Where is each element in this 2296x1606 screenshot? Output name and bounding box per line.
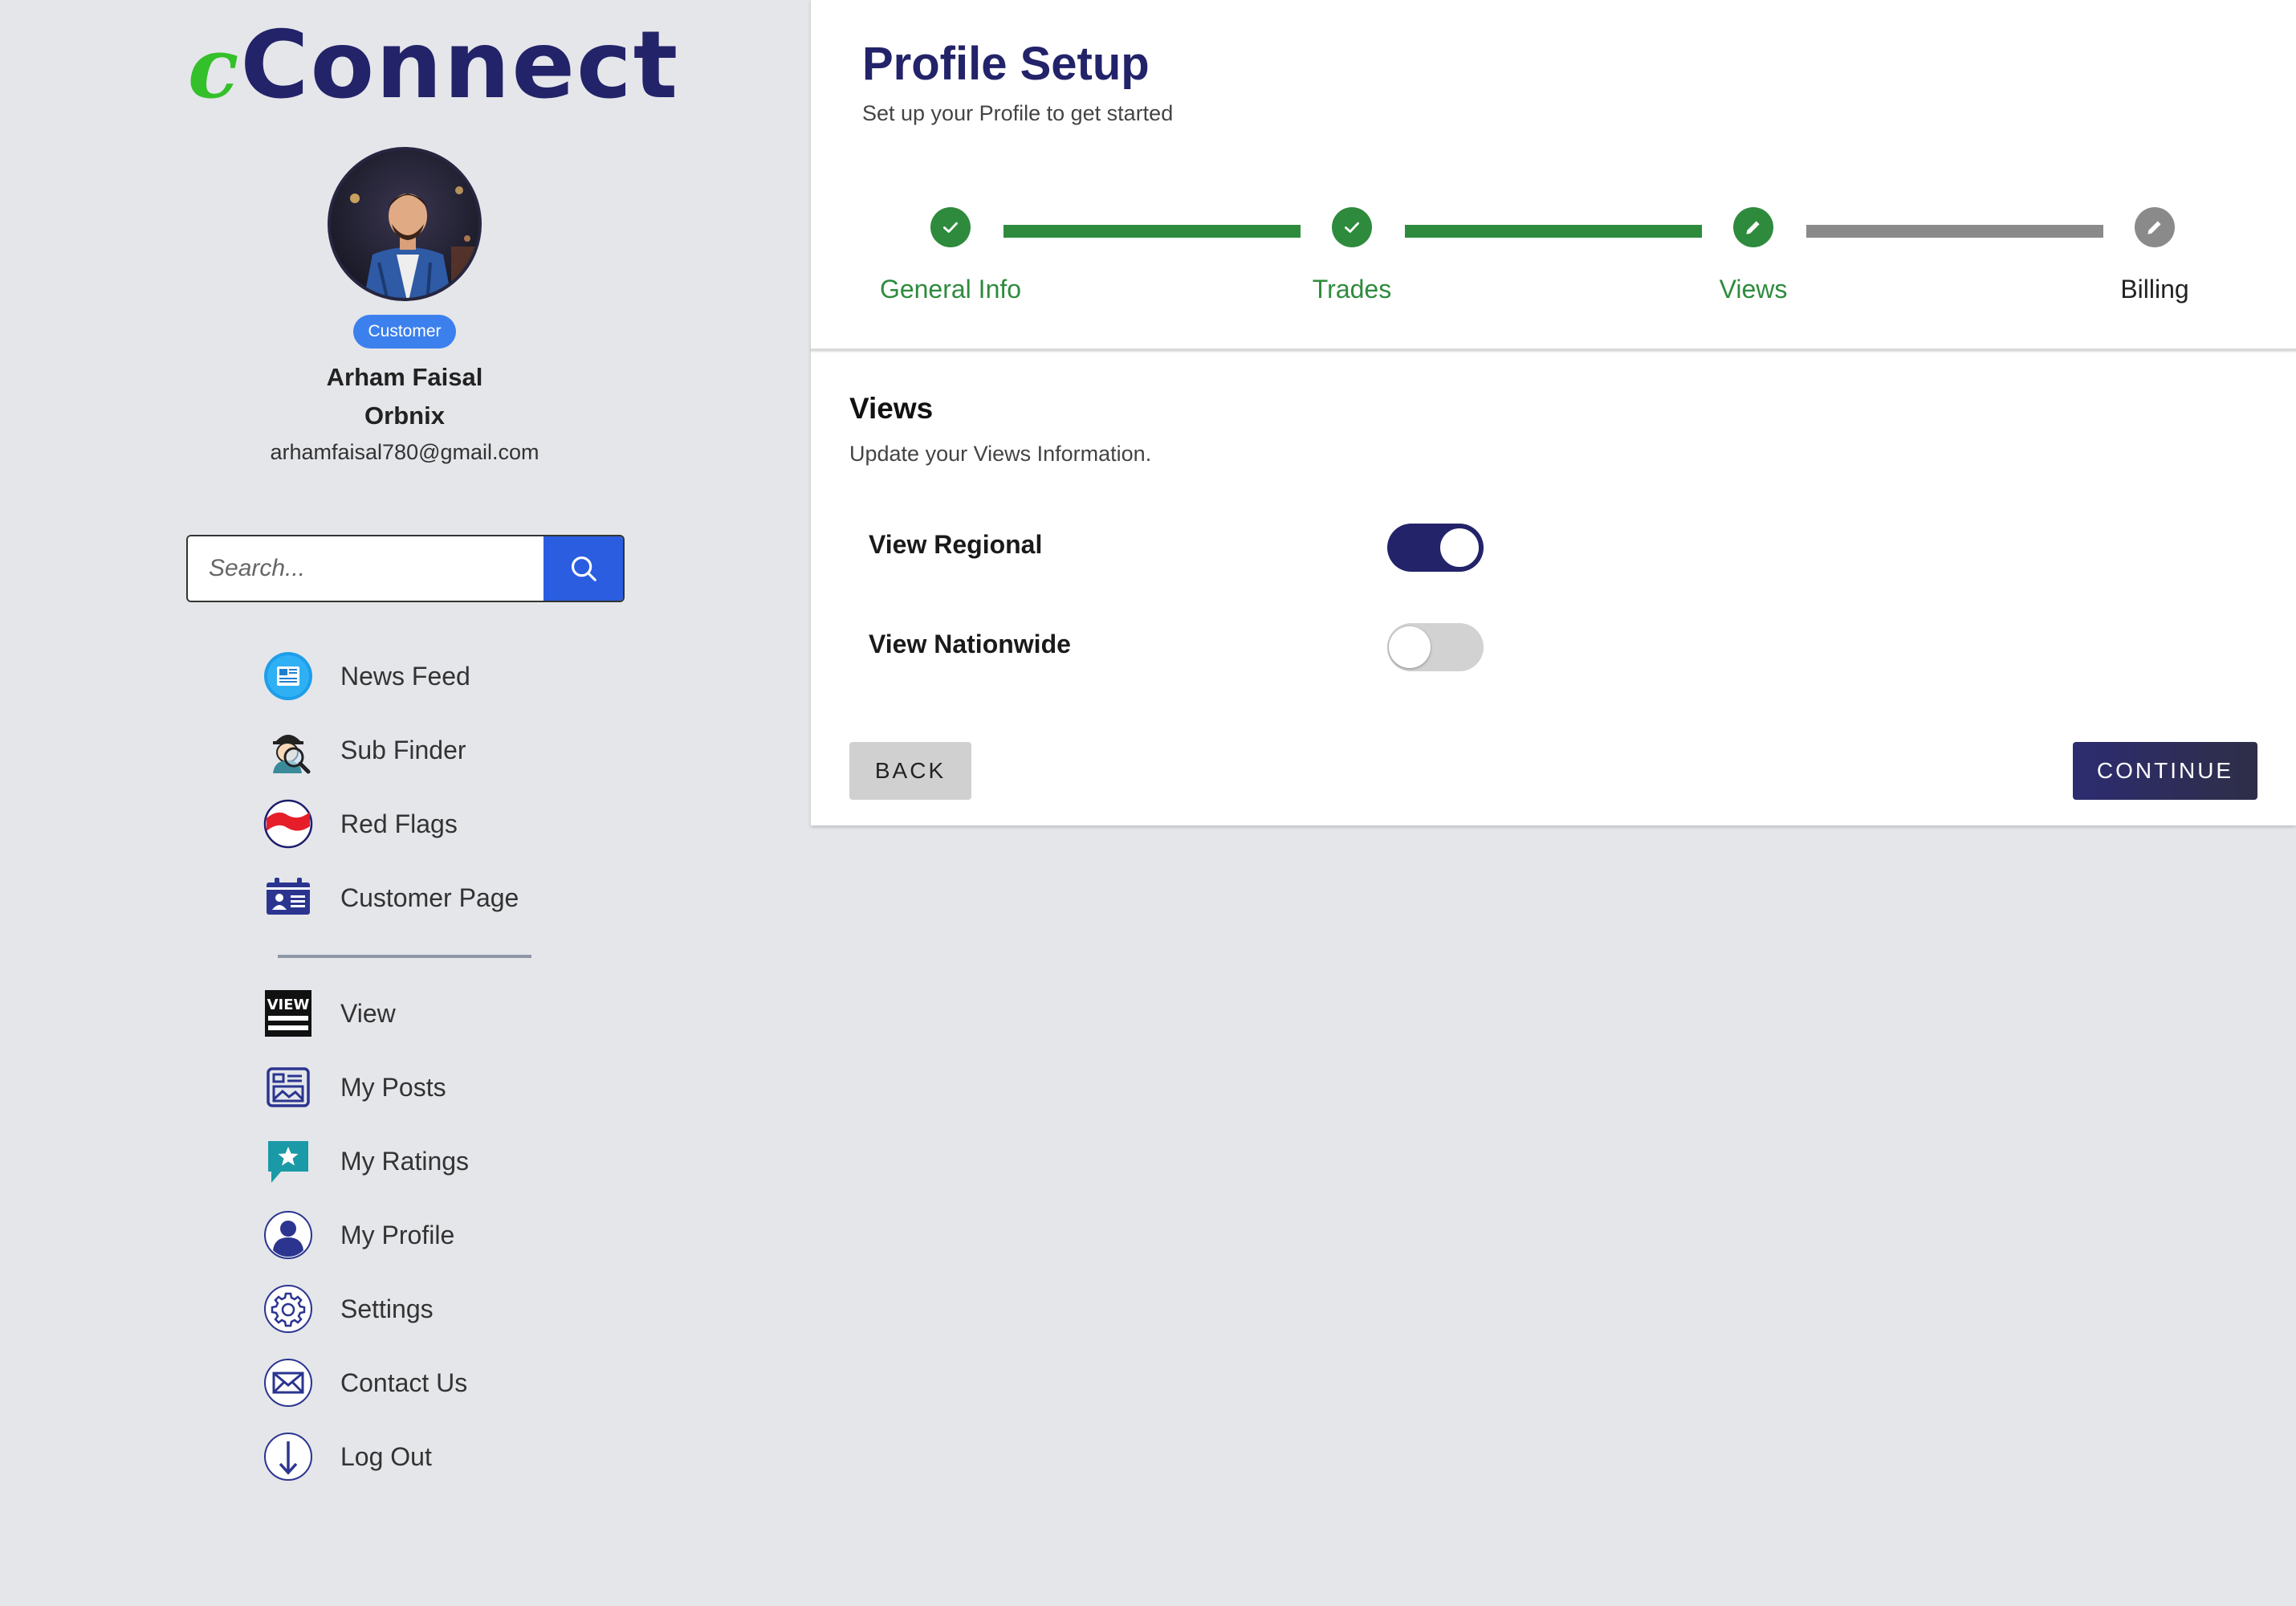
nav-label: Sub Finder bbox=[340, 735, 466, 764]
nav-label: My Profile bbox=[340, 1220, 455, 1249]
back-button[interactable]: BACK bbox=[849, 742, 971, 800]
nav-label: Customer Page bbox=[340, 882, 519, 912]
nav-item-view[interactable]: VIEW View bbox=[263, 985, 600, 1041]
search-icon bbox=[571, 556, 596, 581]
section-description: Update your Views Information. bbox=[849, 442, 1152, 466]
avatar[interactable] bbox=[328, 147, 482, 301]
continue-button[interactable]: CONTINUE bbox=[2073, 742, 2257, 800]
nav-label: My Ratings bbox=[340, 1146, 470, 1176]
logo-letter-c: c bbox=[188, 18, 241, 117]
nav-divider bbox=[278, 955, 531, 958]
pencil-icon bbox=[2147, 221, 2161, 234]
step-label-views: Views bbox=[1719, 275, 1788, 304]
nav-item-customer-page[interactable]: Customer Page bbox=[263, 870, 600, 926]
nav-label: My Posts bbox=[340, 1072, 446, 1102]
toggle-knob bbox=[1389, 626, 1431, 668]
nav-item-my-ratings[interactable]: My Ratings bbox=[263, 1133, 600, 1189]
section-title: Views bbox=[849, 392, 934, 425]
step-label-trades: Trades bbox=[1312, 275, 1392, 304]
view-regional-label: View Regional bbox=[869, 530, 1043, 559]
step-views[interactable] bbox=[1733, 207, 1773, 247]
avatar-photo bbox=[331, 150, 478, 298]
profile-organization: Orbnix bbox=[364, 402, 445, 430]
rating-star-icon bbox=[263, 1136, 313, 1186]
step-billing[interactable] bbox=[2135, 207, 2175, 247]
sidebar: c Connect Customer Arham Faisal Orbnix a… bbox=[0, 0, 809, 1606]
nav-item-my-posts[interactable]: My Posts bbox=[263, 1059, 600, 1115]
view-regional-toggle[interactable] bbox=[1387, 524, 1484, 572]
user-icon bbox=[263, 1210, 313, 1260]
stepper-divider bbox=[811, 349, 2296, 351]
gear-icon bbox=[263, 1284, 313, 1334]
step-connector-2 bbox=[1405, 225, 1702, 238]
nav-label: Contact Us bbox=[340, 1368, 468, 1397]
id-card-icon bbox=[263, 873, 313, 923]
step-label-general-info: General Info bbox=[879, 275, 1022, 304]
nav-item-contact-us[interactable]: Contact Us bbox=[263, 1355, 600, 1411]
page-subtitle: Set up your Profile to get started bbox=[862, 101, 1174, 125]
profile-email: arhamfaisal780@gmail.com bbox=[270, 440, 539, 464]
nav-item-settings[interactable]: Settings bbox=[263, 1281, 600, 1337]
page-title: Profile Setup bbox=[862, 38, 1150, 90]
check-icon bbox=[1345, 222, 1359, 233]
step-label-billing: Billing bbox=[2120, 275, 2189, 304]
red-flag-icon bbox=[263, 799, 313, 849]
search-box bbox=[186, 535, 625, 602]
nav-item-red-flags[interactable]: Red Flags bbox=[263, 796, 600, 852]
nav-label: Red Flags bbox=[340, 809, 458, 838]
logout-arrow-icon bbox=[263, 1432, 313, 1482]
logo-wordmark: Connect bbox=[240, 11, 680, 120]
nav-item-sub-finder[interactable]: Sub Finder bbox=[263, 722, 600, 778]
search-button[interactable] bbox=[543, 536, 623, 601]
app-logo[interactable]: c Connect bbox=[188, 11, 679, 120]
toggle-knob bbox=[1439, 527, 1480, 569]
nav-item-log-out[interactable]: Log Out bbox=[263, 1429, 600, 1485]
detective-magnifier-icon bbox=[263, 725, 313, 775]
svg-text:VIEW: VIEW bbox=[267, 997, 310, 1013]
check-icon bbox=[943, 222, 958, 233]
nav-label: News Feed bbox=[340, 661, 470, 691]
view-nationwide-label: View Nationwide bbox=[869, 630, 1071, 658]
step-trades[interactable] bbox=[1332, 207, 1372, 247]
nav-item-news-feed[interactable]: News Feed bbox=[263, 648, 600, 704]
role-badge: Customer bbox=[353, 315, 456, 349]
step-connector-3 bbox=[1806, 225, 2103, 238]
step-general-info[interactable] bbox=[930, 207, 971, 247]
envelope-icon bbox=[263, 1358, 313, 1408]
search-input[interactable] bbox=[188, 536, 543, 601]
nav-item-my-profile[interactable]: My Profile bbox=[263, 1207, 600, 1263]
posts-icon bbox=[263, 1062, 313, 1112]
pencil-icon bbox=[1746, 221, 1760, 234]
step-connector-1 bbox=[1003, 225, 1301, 238]
profile-setup-card: Profile Setup Set up your Profile to get… bbox=[811, 0, 2296, 825]
profile-name: Arham Faisal bbox=[326, 363, 483, 391]
nav-label: Settings bbox=[340, 1294, 434, 1323]
nav-label: View bbox=[340, 998, 396, 1028]
view-nationwide-toggle[interactable] bbox=[1387, 623, 1484, 671]
nav-label: Log Out bbox=[340, 1441, 432, 1471]
view-sign-icon: VIEW bbox=[263, 988, 313, 1038]
newspaper-icon bbox=[263, 651, 313, 701]
